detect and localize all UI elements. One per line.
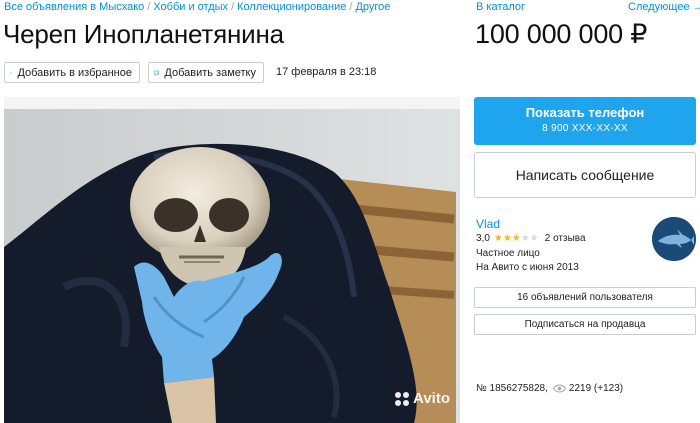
breadcrumb-separator: /: [231, 1, 235, 13]
star-icon: ★: [511, 232, 521, 244]
seller-ads-button[interactable]: 16 объявлений пользователя: [474, 287, 696, 308]
star-icon: ★: [493, 232, 503, 244]
seller-type: Частное лицо: [476, 248, 540, 259]
seller-name-link[interactable]: Vlad: [476, 217, 500, 231]
breadcrumb-item-all-ads[interactable]: Все объявления в Мысхако: [4, 1, 144, 13]
reviews-link[interactable]: 2 отзыва: [545, 233, 586, 244]
seller-rating: 3,0 ★ ★ ★ ★ ★ 2 отзыва: [476, 233, 586, 244]
add-note-button[interactable]: Добавить заметку: [148, 62, 264, 83]
rating-stars: ★ ★ ★ ★ ★: [493, 232, 539, 244]
breadcrumb-item-other[interactable]: Другое: [355, 1, 390, 13]
rating-value: 3,0: [476, 233, 490, 244]
masked-phone-number: 8 900 XXX-XX-XX: [542, 123, 628, 134]
star-icon: ★: [529, 232, 539, 244]
breadcrumb: Все объявления в Мысхако / Хобби и отдых / К…: [4, 1, 390, 13]
next-listing-link[interactable]: Следующее →: [628, 1, 700, 13]
listing-meta: № 1856275828, 2219 (+123): [476, 383, 623, 394]
star-icon: ★: [502, 232, 512, 244]
show-phone-label: Показать телефон: [525, 105, 645, 120]
avito-logo-icon: [395, 391, 410, 406]
listing-title: Череп Инопланетянина: [3, 19, 284, 49]
eye-icon: [552, 384, 566, 393]
breadcrumb-item-collecting[interactable]: Коллекционирование: [237, 1, 346, 13]
note-icon: [154, 70, 159, 75]
breadcrumb-item-hobby[interactable]: Хобби и отдых: [153, 1, 228, 13]
add-to-favorites-button[interactable]: Добавить в избранное: [4, 62, 140, 83]
catalog-link[interactable]: В каталог: [476, 1, 525, 13]
show-phone-button[interactable]: Показать телефон 8 900 XXX-XX-XX: [474, 97, 696, 145]
skull-photo-illustration: [4, 97, 460, 423]
add-to-favorites-label: Добавить в избранное: [17, 66, 132, 79]
avito-watermark: Avito: [395, 390, 450, 407]
shark-avatar-icon: [652, 217, 696, 261]
add-note-label: Добавить заметку: [164, 66, 256, 79]
write-message-button[interactable]: Написать сообщение: [474, 152, 696, 198]
posted-date: 17 февраля в 23:18: [276, 66, 377, 78]
seller-since: На Авито с июня 2013: [476, 262, 579, 273]
star-icon: ★: [520, 232, 530, 244]
heart-icon: [10, 71, 13, 74]
listing-photo[interactable]: Avito: [4, 97, 460, 423]
watermark-text: Avito: [413, 390, 450, 407]
views-count: 2219 (+123): [568, 383, 624, 394]
avatar[interactable]: [652, 217, 696, 261]
listing-price: 100 000 000 ₽: [475, 19, 648, 49]
subscribe-seller-button[interactable]: Подписаться на продавца: [474, 314, 696, 335]
listing-id: № 1856275828,: [476, 383, 548, 394]
breadcrumb-separator: /: [147, 1, 151, 13]
